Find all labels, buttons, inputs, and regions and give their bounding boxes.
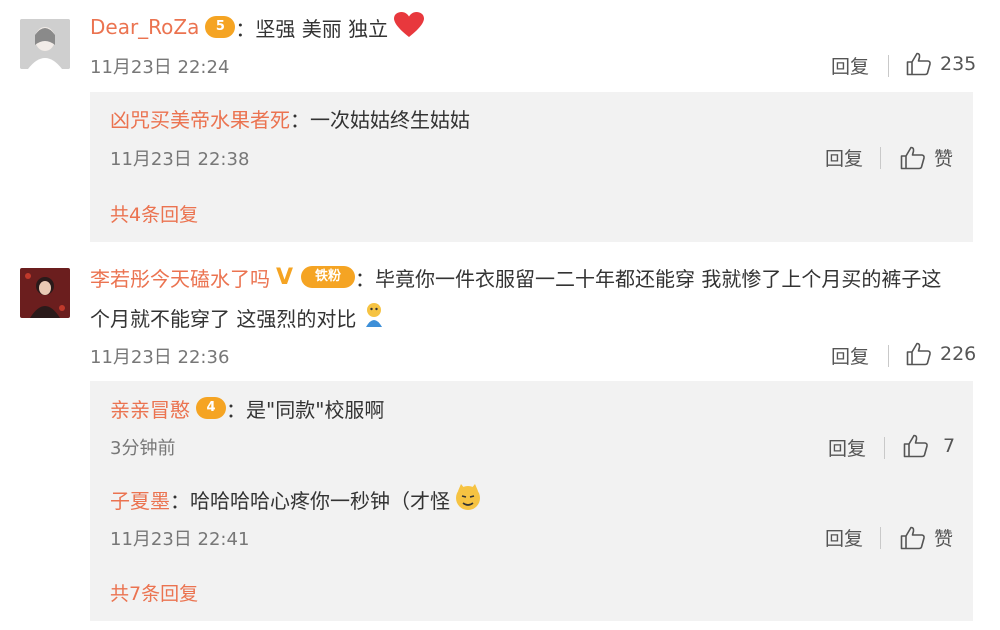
like-count: 226 [940,343,977,365]
thumb-up-icon [900,526,926,550]
verified-v-icon: V [276,264,294,290]
thumb-up-icon [906,342,932,366]
reply-button[interactable]: 回复 [831,52,869,79]
thumb-up-icon [903,434,929,458]
avatar[interactable] [20,19,70,69]
colon: ： [290,107,310,132]
username-link[interactable]: 子夏墨 [110,485,170,514]
reply-button[interactable]: 回复 [825,144,863,171]
like-button[interactable]: 赞 [900,144,953,171]
divider [884,437,885,459]
avatar-image [20,268,70,318]
like-button[interactable]: 7 [903,434,955,458]
username-link[interactable]: Dear_RoZa [90,15,199,39]
reply-button[interactable]: 回复 [828,434,866,461]
comment-text-line1: 毕竟你一件衣服留一二十年都还能穿 我就惨了上个月买的裤子这 [375,266,942,291]
comment-timestamp: 11月23日 22:24 [90,57,230,78]
emoji-icon [362,301,386,333]
colon: ： [170,488,190,513]
reply-text: 是"同款"校服啊 [246,397,385,422]
reply-timestamp: 3分钟前 [110,438,176,459]
reply-text: 一次姑姑终生姑姑 [310,107,470,132]
divider [880,147,881,169]
reply-timestamp: 11月23日 22:38 [110,149,250,170]
like-label: 赞 [934,148,954,170]
colon: ： [226,397,246,422]
comment-text-continuation: 个月就不能穿了 这强烈的对比 [90,302,386,332]
like-count: 235 [940,53,977,75]
comment-text-line2: 个月就不能穿了 这强烈的对比 [90,306,357,331]
reply-item: 凶咒买美帝水果者死 ： 一次姑姑终生姑姑 [110,103,470,133]
fan-level-badge: 5 [205,16,236,38]
comment-header: 李若彤今天磕水了吗 V 铁粉 ： 毕竟你一件衣服留一二十年都还能穿 我就惨了上个… [90,262,941,292]
like-button[interactable]: 226 [906,342,976,366]
reply-button[interactable]: 回复 [831,342,869,369]
comment-text: 坚强 美丽 独立 [255,16,389,41]
reply-item: 亲亲冒憨 4 ： 是"同款"校服啊 [110,393,384,423]
like-count: 7 [943,435,956,457]
username-link[interactable]: 凶咒买美帝水果者死 [110,104,290,133]
thumb-up-icon [900,146,926,170]
username-link[interactable]: 李若彤今天磕水了吗 [90,263,270,292]
divider [888,55,889,77]
like-label: 赞 [934,528,954,550]
avatar[interactable] [20,268,70,318]
thumb-up-icon [906,52,932,76]
iron-fan-badge: 铁粉 [301,266,356,288]
comment-timestamp: 11月23日 22:36 [90,347,230,368]
reply-button[interactable]: 回复 [825,524,863,551]
reply-timestamp: 11月23日 22:41 [110,529,250,550]
reply-item: 子夏墨 ： 哈哈哈哈心疼你一秒钟（才怪 [110,484,482,514]
view-more-replies-link[interactable]: 共7条回复 [110,579,198,606]
reply-text: 哈哈哈哈心疼你一秒钟（才怪 [190,488,450,513]
username-link[interactable]: 亲亲冒憨 [110,394,190,423]
colon: ： [235,16,256,41]
emoji-icon [454,483,482,515]
divider [888,345,889,367]
like-button[interactable]: 赞 [900,524,953,551]
view-more-replies-link[interactable]: 共4条回复 [110,200,198,227]
heart-emoji-icon [394,12,425,42]
fan-level-badge: 4 [196,397,226,419]
colon: ： [355,266,376,291]
divider [880,527,881,549]
like-button[interactable]: 235 [906,52,976,76]
avatar-image [20,19,70,69]
comment-header: Dear_RoZa 5 ： 坚强 美丽 独立 [90,12,425,42]
